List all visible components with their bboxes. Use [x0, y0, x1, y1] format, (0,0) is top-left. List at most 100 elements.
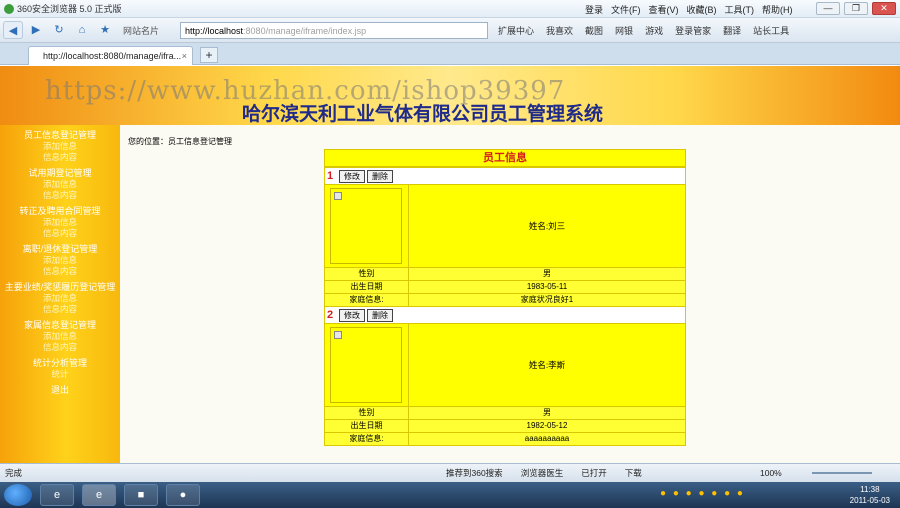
sidebar-item-title[interactable]: 试用期登记管理 — [0, 168, 120, 179]
status-items: 推荐到360搜索 浏览器医生 已打开 下载 — [446, 467, 642, 479]
status-text: 完成 — [5, 468, 23, 478]
sidebar-subitem-list[interactable]: 信息内容 — [0, 304, 120, 315]
taskbar-app-icon[interactable]: ■ — [124, 484, 158, 506]
menu-login[interactable]: 登录 — [585, 3, 603, 16]
browser-title: 360安全浏览器 5.0 正式版 — [17, 4, 122, 14]
clock-time: 11:38 — [860, 485, 880, 494]
minimize-button[interactable]: — — [816, 2, 840, 15]
refresh-icon[interactable]: ↻ — [49, 21, 69, 39]
sidebar-group-logout: 退出 — [0, 385, 120, 396]
status-download[interactable]: 下载 — [625, 467, 642, 479]
menu-bar: 登录 文件(F) 查看(V) 收藏(B) 工具(T) 帮助(H) — [585, 3, 793, 16]
field-value: 家庭状况良好1 — [520, 295, 574, 304]
sidebar-item-title[interactable]: 家属信息登记管理 — [0, 320, 120, 331]
sidebar-group-employee-info: 员工信息登记管理 添加信息 信息内容 — [0, 130, 120, 163]
tab-label: http://localhost:8080/manage/ifra... — [43, 51, 182, 61]
field-row-gender: 性别 男 — [325, 267, 685, 280]
close-button[interactable]: ✕ — [872, 2, 896, 15]
tool-extensions[interactable]: 扩展中心 — [498, 24, 534, 37]
menu-favorites[interactable]: 收藏(B) — [687, 3, 717, 16]
new-tab-button[interactable]: + — [200, 47, 218, 63]
tool-webmaster[interactable]: 站长工具 — [753, 24, 789, 37]
maximize-button[interactable]: ❐ — [844, 2, 868, 15]
field-row-family: 家庭信息: aaaaaaaaaa — [325, 432, 685, 445]
field-value: aaaaaaaaaa — [524, 434, 570, 443]
sidebar-group-resignation: 离职/退休登记管理 添加信息 信息内容 — [0, 244, 120, 277]
sidebar-item-title[interactable]: 主要业绩/奖惩履历登记管理 — [0, 282, 120, 293]
sidebar-item-title[interactable]: 统计分析管理 — [0, 358, 120, 369]
status-bar: 完成 推荐到360搜索 浏览器医生 已打开 下载 100% — [0, 463, 900, 482]
address-bar[interactable]: http://localhost:8080/manage/iframe/inde… — [180, 22, 488, 39]
sidebar-subitem-list[interactable]: 信息内容 — [0, 228, 120, 239]
sidebar-item-title[interactable]: 员工信息登记管理 — [0, 130, 120, 141]
field-value: 1982-05-12 — [526, 421, 568, 430]
sidebar-subitem-list[interactable]: 信息内容 — [0, 266, 120, 277]
sidebar-subitem-list[interactable]: 信息内容 — [0, 342, 120, 353]
browser-logo-icon — [4, 3, 14, 14]
sidebar-subitem-add[interactable]: 添加信息 — [0, 141, 120, 152]
menu-file[interactable]: 文件(F) — [611, 3, 641, 16]
broken-image-icon — [334, 331, 342, 339]
tool-login-manager[interactable]: 登录管家 — [675, 24, 711, 37]
sidebar-subitem-add[interactable]: 添加信息 — [0, 217, 120, 228]
url-path: :8080/manage/iframe/index.jsp — [243, 25, 367, 36]
tab-active[interactable]: http://localhost:8080/manage/ifra... × — [28, 46, 193, 65]
menu-help[interactable]: 帮助(H) — [762, 3, 793, 16]
record-header: 2 修改 删除 — [325, 306, 685, 324]
sidebar-subitem-add[interactable]: 添加信息 — [0, 331, 120, 342]
home-icon[interactable]: ⌂ — [72, 21, 92, 39]
status-opened[interactable]: 已打开 — [581, 467, 607, 479]
sidebar-group-statistics: 统计分析管理 统计 — [0, 358, 120, 380]
status-browser-doctor[interactable]: 浏览器医生 — [521, 467, 564, 479]
navigation-bar: ◀ ▶ ↻ ⌂ ★ 网站名片 http://localhost:8080/man… — [0, 18, 900, 43]
delete-button[interactable]: 删除 — [367, 308, 393, 322]
sidebar-item-logout[interactable]: 退出 — [0, 385, 120, 396]
sidebar-subitem-list[interactable]: 信息内容 — [0, 152, 120, 163]
tool-translate[interactable]: 翻译 — [723, 24, 741, 37]
back-arrow-icon[interactable]: ◀ — [3, 21, 23, 39]
tab-close-icon[interactable]: × — [182, 51, 187, 61]
taskbar-eclipse-icon[interactable]: ● — [166, 484, 200, 506]
photo-cell — [325, 324, 409, 406]
employee-name: 姓名:李斯 — [528, 360, 566, 370]
menu-tools[interactable]: 工具(T) — [725, 3, 755, 16]
edit-button[interactable]: 修改 — [339, 169, 365, 183]
taskbar-ie-icon[interactable]: e — [40, 484, 74, 506]
field-label: 出生日期 — [325, 420, 409, 432]
sidebar-subitem-add[interactable]: 添加信息 — [0, 179, 120, 190]
window-controls: — ❐ ✕ — [816, 2, 896, 15]
sidebar-group-contract: 转正及聘用合同管理 添加信息 信息内容 — [0, 206, 120, 239]
sidebar-item-title[interactable]: 转正及聘用合同管理 — [0, 206, 120, 217]
forward-arrow-icon[interactable]: ▶ — [26, 21, 46, 39]
tool-screenshot[interactable]: 截图 — [585, 24, 603, 37]
browser-titlebar: 360安全浏览器 5.0 正式版 登录 文件(F) 查看(V) 收藏(B) 工具… — [0, 0, 900, 18]
field-row-birth: 出生日期 1982-05-12 — [325, 419, 685, 432]
status-search-recommend[interactable]: 推荐到360搜索 — [446, 467, 503, 479]
field-label: 家庭信息: — [325, 433, 409, 445]
record-number: 1 — [327, 170, 334, 182]
sidebar-subitem-add[interactable]: 添加信息 — [0, 255, 120, 266]
main-content: 您的位置：员工信息登记管理 员工信息 1 修改 删除 姓名:刘三 性别 男 出生… — [120, 125, 900, 463]
edit-button[interactable]: 修改 — [339, 308, 365, 322]
star-icon[interactable]: ★ — [95, 21, 115, 39]
sidebar-subitem-list[interactable]: 信息内容 — [0, 190, 120, 201]
record-body: 姓名:刘三 — [325, 185, 685, 267]
sidebar-menu: 员工信息登记管理 添加信息 信息内容 试用期登记管理 添加信息 信息内容 转正及… — [0, 125, 120, 463]
sidebar-subitem-add[interactable]: 添加信息 — [0, 293, 120, 304]
site-card-label[interactable]: 网站名片 — [123, 24, 159, 37]
menu-view[interactable]: 查看(V) — [649, 3, 679, 16]
delete-button[interactable]: 删除 — [367, 169, 393, 183]
taskbar-360-browser-icon[interactable]: e — [82, 484, 116, 506]
tool-like[interactable]: 我喜欢 — [546, 24, 573, 37]
tray-qq-icons[interactable]: ● ● ● ● ● ● ● — [660, 488, 745, 499]
zoom-slider[interactable] — [812, 472, 872, 474]
sidebar-group-probation: 试用期登记管理 添加信息 信息内容 — [0, 168, 120, 201]
start-button[interactable] — [4, 484, 32, 506]
zoom-level[interactable]: 100% — [760, 468, 782, 478]
sidebar-subitem-stats[interactable]: 统计 — [0, 369, 120, 380]
field-row-gender: 性别 男 — [325, 406, 685, 419]
system-clock[interactable]: 11:38 2011-05-03 — [850, 484, 890, 506]
sidebar-item-title[interactable]: 离职/退休登记管理 — [0, 244, 120, 255]
tool-bank[interactable]: 网银 — [615, 24, 633, 37]
tool-games[interactable]: 游戏 — [645, 24, 663, 37]
